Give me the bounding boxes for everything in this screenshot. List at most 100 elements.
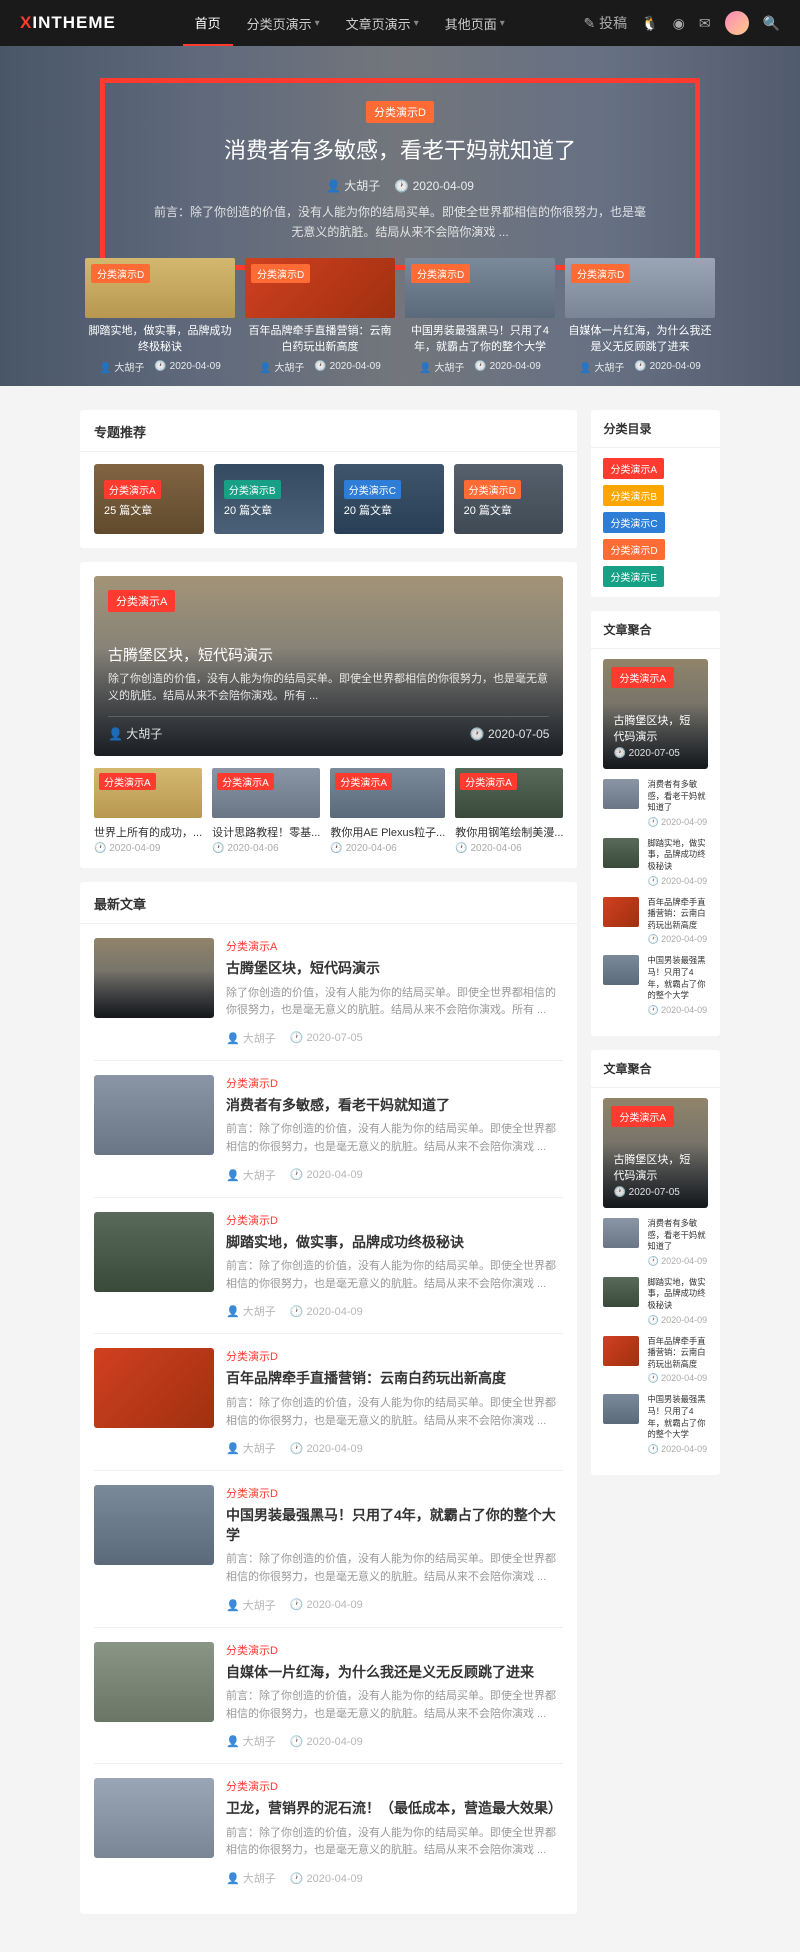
main-nav: 首页分类页演示▾文章页演示▾其他页面▾ <box>183 0 517 46</box>
wechat-icon[interactable]: ✉ <box>699 15 711 32</box>
article-category[interactable]: 分类演示D <box>226 1485 563 1501</box>
article-category[interactable]: 分类演示D <box>226 1212 563 1228</box>
date-label: 🕐 2020-04-09 <box>314 361 380 372</box>
site-logo[interactable]: XINTHEME <box>20 13 116 33</box>
category-tag[interactable]: 分类演示A <box>460 773 517 790</box>
date-label: 🕐 2020-04-09 <box>634 361 700 372</box>
hero-date: 🕐 2020-04-09 <box>394 179 474 193</box>
sidebar-item[interactable]: 中国男装最强黑马！只用了4年，就霸占了你的整个大学 🕐 2020-04-09 <box>603 1394 708 1454</box>
feature-category-tag[interactable]: 分类演示A <box>108 590 175 612</box>
hero-category-tag[interactable]: 分类演示D <box>366 101 434 123</box>
author-label: 👤 大胡子 <box>419 359 464 374</box>
sidebar-item[interactable]: 百年品牌牵手直播营销：云南白药玩出新高度 🕐 2020-04-09 <box>603 1336 708 1385</box>
category-tag[interactable]: 分类演示D <box>411 264 470 283</box>
topic-item[interactable]: 分类演示B20 篇文章 <box>214 464 324 534</box>
category-tag[interactable]: 分类演示A <box>335 773 392 790</box>
date-label: 🕐 2020-07-05 <box>613 1187 698 1198</box>
sidebar-item[interactable]: 脚踏实地，做实事，品牌成功终极秘诀 🕐 2020-04-09 <box>603 838 708 887</box>
article-item[interactable]: 分类演示D 消费者有多敏感，看老干妈就知道了 前言：除了你创造的价值，没有人能为… <box>94 1061 563 1198</box>
topic-item[interactable]: 分类演示A25 篇文章 <box>94 464 204 534</box>
user-avatar[interactable] <box>725 11 749 35</box>
article-title: 卫龙，营销界的泥石流！（最低成本，营造最大效果） <box>226 1799 563 1819</box>
feature-date: 🕐 2020-07-05 <box>470 727 550 741</box>
article-item[interactable]: 分类演示D 脚踏实地，做实事，品牌成功终极秘诀 前言：除了你创造的价值，没有人能… <box>94 1198 563 1335</box>
sidebar-item[interactable]: 百年品牌牵手直播营销：云南白药玩出新高度 🕐 2020-04-09 <box>603 897 708 946</box>
article-excerpt: 前言：除了你创造的价值，没有人能为你的结局买单。即使全世界都相信的你很努力，也是… <box>226 1258 563 1293</box>
date-label: 🕐 2020-04-09 <box>474 361 540 372</box>
topic-tag: 分类演示D <box>464 480 521 499</box>
feature-card: 分类演示A 古腾堡区块，短代码演示 除了你创造的价值，没有人能为你的结局买单。即… <box>80 562 577 868</box>
article-item[interactable]: 分类演示D 卫龙，营销界的泥石流！（最低成本，营造最大效果） 前言：除了你创造的… <box>94 1764 563 1900</box>
category-pill[interactable]: 分类演示D <box>603 539 664 560</box>
feature-small-item[interactable]: 分类演示A 设计思路教程！零基... 🕐 2020-04-06 <box>212 768 320 854</box>
chevron-down-icon: ▾ <box>500 18 505 29</box>
category-tag[interactable]: 分类演示A <box>217 773 274 790</box>
article-item[interactable]: 分类演示A 古腾堡区块，短代码演示 除了你创造的价值，没有人能为你的结局买单。即… <box>94 924 563 1061</box>
contribute-link[interactable]: ✎ 投稿 <box>584 13 628 33</box>
hero-card[interactable]: 分类演示D 中国男装最强黑马！只用了4年，就霸占了你的整个大学 👤 大胡子🕐 2… <box>405 258 555 374</box>
header-actions: ✎ 投稿 🐧 ◉ ✉ 🔍 <box>584 11 780 35</box>
nav-item-3[interactable]: 其他页面▾ <box>433 0 517 46</box>
article-item[interactable]: 分类演示D 百年品牌牵手直播营销：云南白药玩出新高度 前言：除了你创造的价值，没… <box>94 1334 563 1471</box>
sidebar-feature[interactable]: 分类演示A 古腾堡区块，短代码演示 🕐 2020-07-05 <box>603 659 708 769</box>
sidebar-item-title: 中国男装最强黑马！只用了4年，就霸占了你的整个大学 <box>647 1394 708 1440</box>
author-label: 👤 大胡子 <box>226 1870 276 1886</box>
sidebar-item[interactable]: 消费者有多敏感，看老干妈就知道了 🕐 2020-04-09 <box>603 779 708 828</box>
author-label: 👤 大胡子 <box>226 1167 276 1183</box>
weibo-icon[interactable]: ◉ <box>673 15 685 32</box>
category-tag[interactable]: 分类演示A <box>611 1106 674 1127</box>
article-item[interactable]: 分类演示D 中国男装最强黑马！只用了4年，就霸占了你的整个大学 前言：除了你创造… <box>94 1471 563 1627</box>
topic-count: 20 篇文章 <box>344 502 444 518</box>
category-tag[interactable]: 分类演示D <box>91 264 150 283</box>
sidebar-item[interactable]: 中国男装最强黑马！只用了4年，就霸占了你的整个大学 🕐 2020-04-09 <box>603 955 708 1015</box>
category-tag[interactable]: 分类演示A <box>611 667 674 688</box>
author-label: 👤 大胡子 <box>579 359 624 374</box>
category-pill[interactable]: 分类演示C <box>603 512 664 533</box>
feature-small-item[interactable]: 分类演示A 世界上所有的成功，... 🕐 2020-04-09 <box>94 768 202 854</box>
article-category[interactable]: 分类演示D <box>226 1075 563 1091</box>
hero-excerpt: 前言：除了你创造的价值，没有人能为你的结局买单。即使全世界都相信的你很努力，也是… <box>133 202 667 243</box>
feature-small-item[interactable]: 分类演示A 教你用钢笔绘制美漫... 🕐 2020-04-06 <box>455 768 563 854</box>
sidebar-item-thumb <box>603 897 639 927</box>
article-excerpt: 前言：除了你创造的价值，没有人能为你的结局买单。即使全世界都相信的你很努力，也是… <box>226 1825 563 1860</box>
hero-card-thumb: 分类演示D <box>245 258 395 318</box>
category-tag[interactable]: 分类演示A <box>99 773 156 790</box>
category-pill[interactable]: 分类演示B <box>603 485 664 506</box>
category-pill[interactable]: 分类演示E <box>603 566 664 587</box>
sidebar-item[interactable]: 脚踏实地，做实事，品牌成功终极秘诀 🕐 2020-04-09 <box>603 1277 708 1326</box>
hero-card-thumb: 分类演示D <box>405 258 555 318</box>
date-label: 🕐 2020-04-06 <box>455 843 563 854</box>
sidebar-item[interactable]: 消费者有多敏感，看老干妈就知道了 🕐 2020-04-09 <box>603 1218 708 1267</box>
hero-card[interactable]: 分类演示D 自媒体一片红海，为什么我还是义无反顾跳了进来 👤 大胡子🕐 2020… <box>565 258 715 374</box>
nav-item-2[interactable]: 文章页演示▾ <box>334 0 431 46</box>
hero-card[interactable]: 分类演示D 百年品牌牵手直播营销：云南白药玩出新高度 👤 大胡子🕐 2020-0… <box>245 258 395 374</box>
nav-item-1[interactable]: 分类页演示▾ <box>235 0 332 46</box>
qq-icon[interactable]: 🐧 <box>641 15 658 32</box>
hero-card-thumb: 分类演示D <box>565 258 715 318</box>
topic-item[interactable]: 分类演示C20 篇文章 <box>334 464 444 534</box>
article-title: 消费者有多敏感，看老干妈就知道了 <box>226 1096 563 1116</box>
latest-card: 最新文章 分类演示A 古腾堡区块，短代码演示 除了你创造的价值，没有人能为你的结… <box>80 882 577 1914</box>
article-category[interactable]: 分类演示D <box>226 1642 563 1658</box>
article-category[interactable]: 分类演示D <box>226 1778 563 1794</box>
article-thumb <box>94 1212 214 1292</box>
sidebar-feature[interactable]: 分类演示A 古腾堡区块，短代码演示 🕐 2020-07-05 <box>603 1098 708 1208</box>
hero-featured[interactable]: 分类演示D 消费者有多敏感，看老干妈就知道了 👤 大胡子 🕐 2020-04-0… <box>100 78 700 270</box>
article-category[interactable]: 分类演示A <box>226 938 563 954</box>
feature-small-item[interactable]: 分类演示A 教你用AE Plexus粒子... 🕐 2020-04-06 <box>330 768 445 854</box>
category-tag[interactable]: 分类演示D <box>251 264 310 283</box>
topic-item[interactable]: 分类演示D20 篇文章 <box>454 464 564 534</box>
category-pill[interactable]: 分类演示A <box>603 458 664 479</box>
article-title: 中国男装最强黑马！只用了4年，就霸占了你的整个大学 <box>226 1506 563 1545</box>
sidebar-item-title: 百年品牌牵手直播营销：云南白药玩出新高度 <box>647 1336 708 1371</box>
article-category[interactable]: 分类演示D <box>226 1348 563 1364</box>
feature-main[interactable]: 分类演示A 古腾堡区块，短代码演示 除了你创造的价值，没有人能为你的结局买单。即… <box>94 576 563 756</box>
hero-card[interactable]: 分类演示D 脚踏实地，做实事，品牌成功终极秘诀 👤 大胡子🕐 2020-04-0… <box>85 258 235 374</box>
topic-count: 25 篇文章 <box>104 502 204 518</box>
search-icon[interactable]: 🔍 <box>763 15 780 32</box>
hero-title: 消费者有多敏感，看老干妈就知道了 <box>133 133 667 165</box>
category-tag[interactable]: 分类演示D <box>571 264 630 283</box>
nav-item-0[interactable]: 首页 <box>183 0 233 46</box>
topics-card: 专题推荐 分类演示A25 篇文章分类演示B20 篇文章分类演示C20 篇文章分类… <box>80 410 577 548</box>
article-title: 脚踏实地，做实事，品牌成功终极秘诀 <box>226 1233 563 1253</box>
